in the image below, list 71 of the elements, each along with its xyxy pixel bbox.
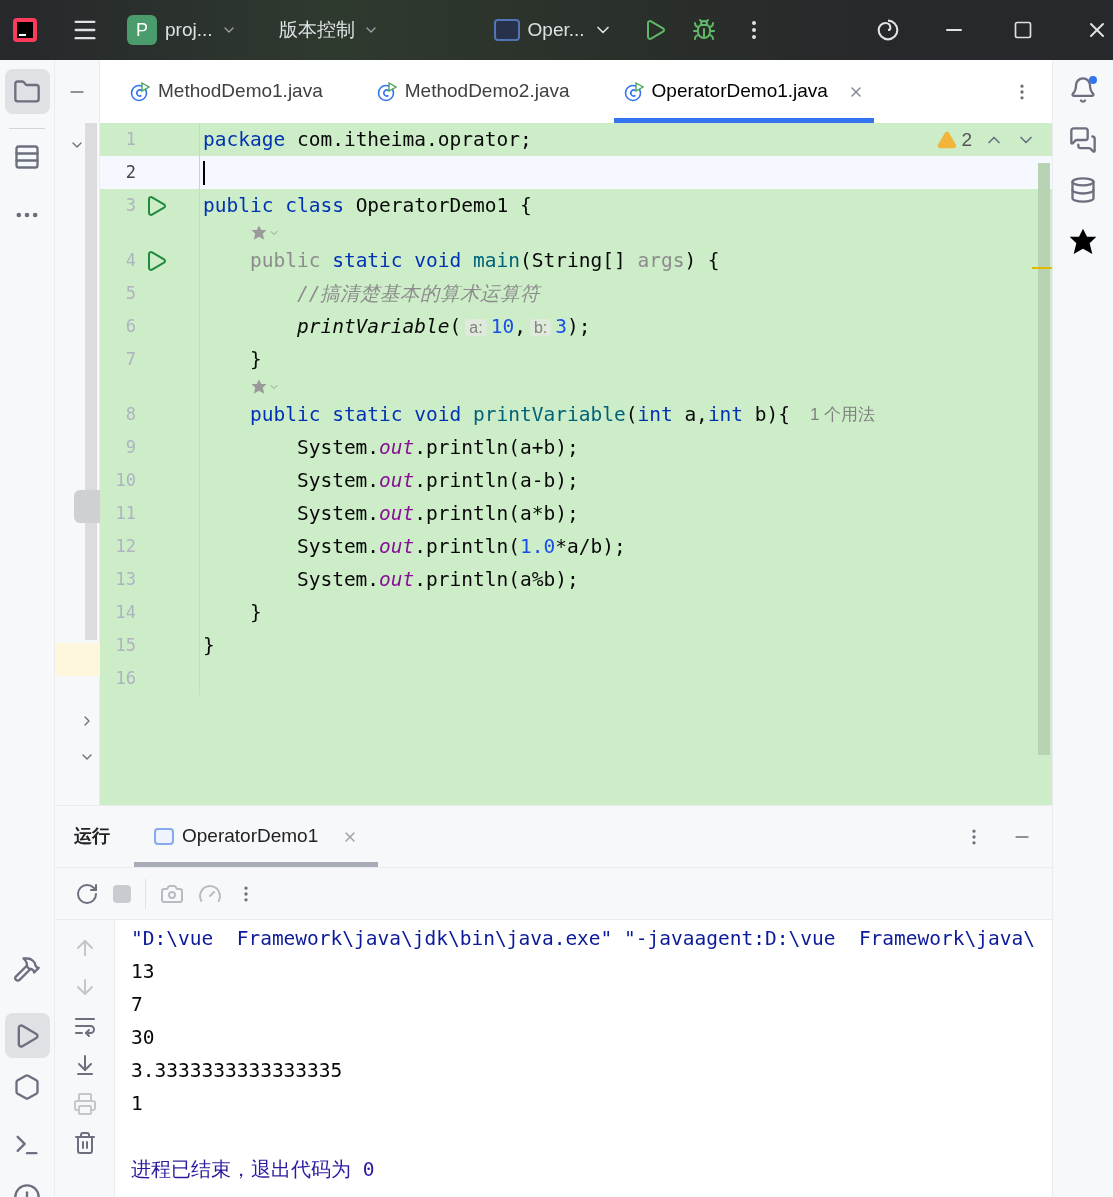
editor-tab[interactable]: MethodDemo1.java xyxy=(120,60,333,123)
code-line: System.out.println(a%b); xyxy=(295,566,579,593)
code-line: System.out.println(a-b); xyxy=(295,467,579,494)
trash-icon[interactable] xyxy=(72,1131,97,1155)
console-line: 30 xyxy=(131,1025,155,1051)
line-number: 15 xyxy=(114,633,136,657)
code-line: System.out.println(1.0*a/b); xyxy=(295,533,626,560)
star-icon[interactable] xyxy=(250,224,268,242)
code-line: public static void main(String[] args) { xyxy=(248,247,720,274)
line-number: 5 xyxy=(124,281,136,305)
code-line: public static void printVariable(int a,int b){ xyxy=(248,401,791,428)
scrollbar[interactable] xyxy=(1038,163,1050,755)
project-tool-button[interactable] xyxy=(4,69,50,114)
line-number: 12 xyxy=(114,534,136,558)
class-file-icon xyxy=(130,81,150,102)
line-number: 14 xyxy=(114,600,136,624)
warning-stripe xyxy=(1032,267,1052,269)
project-selector[interactable]: P proj... xyxy=(127,15,237,45)
services-icon[interactable] xyxy=(13,1073,41,1101)
code-line: printVariable( a: 10, b: 3); xyxy=(295,313,591,340)
console-line: 进程已结束，退出代码为 0 xyxy=(131,1157,375,1183)
line-number: 11 xyxy=(114,501,136,525)
line-number: 7 xyxy=(124,347,136,371)
debug-icon[interactable] xyxy=(691,18,716,42)
code-line: } xyxy=(248,599,262,626)
line-number: 4 xyxy=(124,248,136,272)
console-line: 3.3333333333333335 xyxy=(131,1058,343,1084)
class-file-icon xyxy=(623,81,644,102)
code-line: //搞清楚基本的算术运算符 xyxy=(295,280,541,307)
warnings-counter[interactable]: 2 xyxy=(937,125,972,155)
console-line: 1 xyxy=(131,1091,143,1117)
chat-icon[interactable] xyxy=(1069,126,1097,154)
code-line: } xyxy=(248,346,262,373)
run-tool-button[interactable] xyxy=(4,1013,50,1058)
code-line: } xyxy=(203,632,215,659)
scrollbar-track[interactable] xyxy=(85,123,97,640)
line-number: 2 xyxy=(124,160,136,184)
run-config-selector[interactable]: Oper... xyxy=(493,15,613,45)
line-number: 1 xyxy=(124,127,136,151)
code-line: System.out.println(a*b); xyxy=(295,500,579,527)
line-number: 16 xyxy=(114,666,136,690)
line-number: 6 xyxy=(124,314,136,338)
line-number: 8 xyxy=(124,402,136,426)
panel-title: 运行 xyxy=(74,825,110,848)
line-number: 13 xyxy=(114,567,136,591)
rerun-icon[interactable] xyxy=(75,881,99,906)
hammer-icon[interactable] xyxy=(13,955,41,983)
notifications-icon[interactable] xyxy=(1069,76,1097,104)
maximize-icon[interactable] xyxy=(1012,20,1033,40)
line-number: 3 xyxy=(124,193,136,217)
scroll-thumb[interactable] xyxy=(74,490,100,523)
text-caret xyxy=(203,160,205,185)
folder-icon xyxy=(13,77,41,106)
structure-icon[interactable] xyxy=(13,143,41,171)
console-line: 7 xyxy=(131,992,143,1018)
code-line: package com.itheima.oprator; xyxy=(203,126,532,153)
line-highlight xyxy=(55,643,100,676)
console-line: "D:\vue Framework\java\jdk\bin\java.exe" "-javaagent:D:\vue Framework\java\ xyxy=(131,926,1035,952)
app-logo-icon[interactable] xyxy=(13,18,37,42)
vcs-menu[interactable]: 版本控制 xyxy=(278,15,379,45)
line-number: 10 xyxy=(114,468,136,492)
code-line: System.out.println(a+b); xyxy=(295,434,579,461)
console-line: 13 xyxy=(131,959,155,985)
editor-tab[interactable]: MethodDemo2.java xyxy=(366,60,580,123)
class-file-icon xyxy=(376,81,397,102)
run-tab[interactable]: OperatorDemo1 xyxy=(134,806,379,867)
star-icon[interactable] xyxy=(250,378,268,396)
warning-icon xyxy=(937,130,958,150)
database-icon[interactable] xyxy=(1069,176,1097,204)
code-line: public class OperatorDemo1 { xyxy=(203,192,532,219)
line-number: 9 xyxy=(124,435,136,459)
